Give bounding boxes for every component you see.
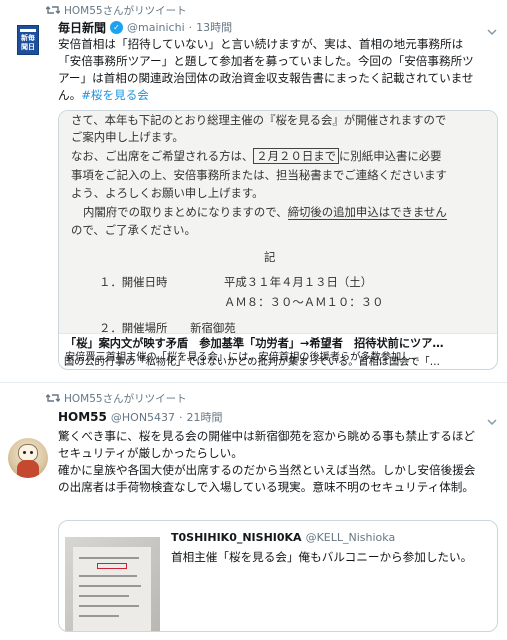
doc-line: よう、よろしくお願い申し上げます。 [71, 186, 264, 200]
author-handle[interactable]: @HON5437 [111, 411, 175, 424]
retweet-icon [46, 392, 60, 404]
retweet-icon [46, 4, 60, 16]
timestamp[interactable]: 21時間 [187, 409, 223, 425]
quote-text: 首相主催「桜を見る会」俺もバルコニーから参加したい。 [171, 550, 473, 564]
tweet-line: 驚くべき事に、桜を見る会の開催中は新宿御苑を窓から眺める事も禁止するほど [58, 429, 476, 443]
doc-heading: 記 [264, 250, 276, 264]
tweet-text: 驚くべき事に、桜を見る会の開催中は新宿御苑を窓から眺める事も禁止するほど セキュ… [58, 428, 498, 496]
card-image: さて、本年も下記のとおり総理主催の『桜を見る会』が開催されますので ご案内申し上… [59, 111, 497, 333]
doc-line: 内閣府での取りまとめになりますので、締切後の追加申込はできません [83, 205, 447, 220]
tweet-line: ん。 [58, 88, 82, 102]
tweet-line: の出席者は手荷物検査なしで入場している現実。意味不明のセキュリティ体制。 [58, 480, 474, 494]
tweet-line: アー」は首相の関連政治団体の政治資金収支報告書にまったく記載されていませ [58, 71, 474, 85]
tweet-header: 毎日新聞 ✓ @mainichi · 13時間 [58, 18, 232, 36]
chevron-down-icon[interactable] [487, 412, 497, 426]
tweet-hom55[interactable]: HOM55さんがリツイート HOM55 @HON5437 · 21時間 驚くべき… [0, 384, 507, 640]
doc-line: 事項をご記入の上、安倍事務所または、担当秘書までご連絡くださいます [71, 168, 447, 182]
doc-line: なお、ご出席をご希望される方は、 ２月２０日まで に別紙申込書に必要 [71, 148, 442, 164]
tweet-mainichi[interactable]: HOM55さんがリツイート 新毎聞日 毎日新聞 ✓ @mainichi · 13… [0, 0, 507, 383]
doc-line: ＡＭ８：３０～ＡＭ１０：３０ [224, 295, 384, 309]
retweet-label: HOM55さんがリツイート [64, 392, 187, 405]
tweet-text: 安倍首相は「招待していない」と言い続けますが、実は、首相の地元事務所は 「安倍事… [58, 36, 498, 104]
doc-line: さて、本年も下記のとおり総理主催の『桜を見る会』が開催されますので [71, 113, 447, 127]
tweet-line: 確かに皇族や各国大使が出席するのだから当然といえば当然。しかし安倍後援会 [58, 463, 476, 477]
avatar-image [8, 438, 48, 478]
quote-author-handle[interactable]: @KELL_Nishioka [306, 531, 396, 544]
doc-line: ご案内申し上げます。 [71, 130, 184, 144]
timestamp[interactable]: 13時間 [196, 19, 232, 35]
chevron-down-icon[interactable] [487, 22, 497, 36]
quote-header: T0SHIHIK0_NISHI0KA @KELL_Nishioka [171, 531, 395, 544]
quote-author-name[interactable]: T0SHIHIK0_NISHI0KA [171, 531, 302, 544]
avatar[interactable]: 新毎聞日 [8, 20, 48, 60]
avatar[interactable] [8, 438, 48, 478]
card-description-line: 国の公的行事の「私物化」ではないかとの批判が集まっている。首相は国会で「… [64, 357, 440, 368]
retweet-context[interactable]: HOM55さんがリツイート [46, 390, 187, 406]
separator: · [179, 410, 183, 424]
tweet-line: 安倍首相は「招待していない」と言い続けますが、実は、首相の地元事務所は [58, 37, 464, 51]
retweet-context[interactable]: HOM55さんがリツイート [46, 2, 187, 18]
tweet-line: セキュリティが厳しかったらしい。 [58, 446, 243, 460]
deadline-highlight: ２月２０日まで [253, 148, 340, 164]
deadline-underline: 締切後の追加申込はできません [287, 205, 447, 220]
retweet-label: HOM55さんがリツイート [64, 4, 187, 17]
hashtag-link[interactable]: #桜を見る会 [81, 88, 149, 102]
quote-thumbnail [65, 537, 160, 631]
verified-badge-icon: ✓ [110, 20, 124, 34]
author-handle[interactable]: @mainichi [127, 21, 185, 34]
doc-line: ので、ご了承ください。 [71, 223, 196, 237]
doc-line: ２．開催場所 新宿御苑 [99, 321, 236, 333]
link-card[interactable]: さて、本年も下記のとおり総理主催の『桜を見る会』が開催されますので ご案内申し上… [58, 110, 498, 370]
author-name[interactable]: HOM55 [58, 410, 107, 424]
tweet-header: HOM55 @HON5437 · 21時間 [58, 408, 223, 426]
tweet-line: 「安倍事務所ツアー」と題して参加者を募っていました。今回の「安倍事務所ツ [58, 54, 474, 68]
card-title[interactable]: 「桜」案内文が映す矛盾 参加基準「功労者」→希望者 招待状前にツア… [65, 337, 491, 351]
mainichi-logo: 新毎聞日 [17, 25, 39, 55]
doc-line: 平成３１年４月１３日（土） [224, 275, 373, 289]
author-name[interactable]: 毎日新聞 [58, 19, 106, 36]
separator: · [188, 20, 193, 34]
quoted-tweet[interactable]: T0SHIHIK0_NISHI0KA @KELL_Nishioka 首相主催「桜… [58, 520, 498, 632]
